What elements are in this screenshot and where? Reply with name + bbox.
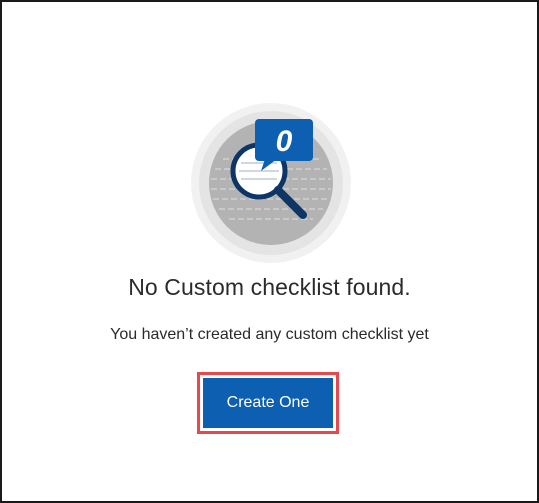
empty-state-subtitle: You haven’t created any custom checklist… xyxy=(110,326,429,343)
badge-count: 0 xyxy=(276,125,293,158)
create-button-highlight: Create One xyxy=(197,372,339,434)
empty-state-panel: 0 No Custom checklist found. You haven’t… xyxy=(0,0,539,503)
empty-illustration: 0 xyxy=(191,103,351,263)
create-one-button[interactable]: Create One xyxy=(203,378,333,428)
empty-state-title: No Custom checklist found. xyxy=(128,274,411,300)
